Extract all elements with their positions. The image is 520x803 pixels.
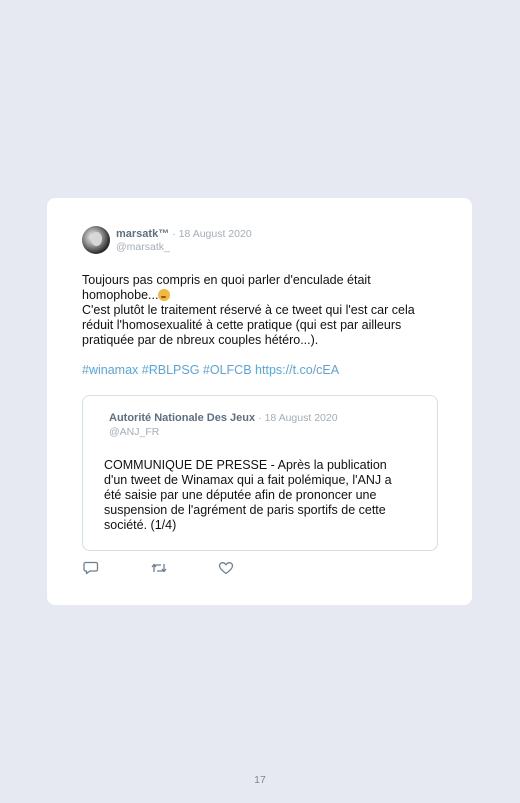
heart-icon[interactable] xyxy=(218,561,234,575)
tweet-text-line1: Toujours pas compris en quoi parler d'en… xyxy=(82,273,375,302)
tweet-card: marsatk™ · 18 August 2020 @marsatk_ Touj… xyxy=(47,198,472,605)
thinking-face-icon xyxy=(158,289,171,301)
tweet-text: Toujours pas compris en quoi parler d'en… xyxy=(82,273,442,348)
reply-icon[interactable] xyxy=(83,561,99,575)
page-number: 17 xyxy=(254,774,266,786)
tweet-links: #winamax #RBLPSG #OLFCB https://t.co/cEA xyxy=(82,363,339,378)
tweet-text-line2: C'est plutôt le traitement réservé à ce … xyxy=(82,303,419,347)
hashtag-winamax[interactable]: #winamax xyxy=(82,363,138,377)
quoted-username[interactable]: Autorité Nationale Des Jeux xyxy=(109,412,255,424)
quoted-tweet[interactable]: Autorité Nationale Des Jeux · 18 August … xyxy=(82,395,438,551)
avatar-face xyxy=(91,232,102,246)
tweet-link[interactable]: https://t.co/cEA xyxy=(255,363,339,377)
quoted-tweet-text: COMMUNIQUE DE PRESSE - Après la publicat… xyxy=(104,458,392,532)
tweet-date[interactable]: · 18 August 2020 xyxy=(172,228,251,240)
hashtag-rblpsg[interactable]: #RBLPSG xyxy=(142,363,200,377)
quoted-user-handle[interactable]: @ANJ_FR xyxy=(109,426,159,438)
retweet-icon[interactable] xyxy=(151,561,167,575)
hashtag-olfcb[interactable]: #OLFCB xyxy=(203,363,252,377)
avatar[interactable] xyxy=(82,226,110,254)
tweet-header: marsatk™ · 18 August 2020 xyxy=(116,228,252,240)
quoted-tweet-header: Autorité Nationale Des Jeux · 18 August … xyxy=(109,412,338,424)
quoted-tweet-date[interactable]: · 18 August 2020 xyxy=(258,412,337,424)
username[interactable]: marsatk™ xyxy=(116,228,169,240)
user-handle[interactable]: @marsatk_ xyxy=(116,241,170,253)
